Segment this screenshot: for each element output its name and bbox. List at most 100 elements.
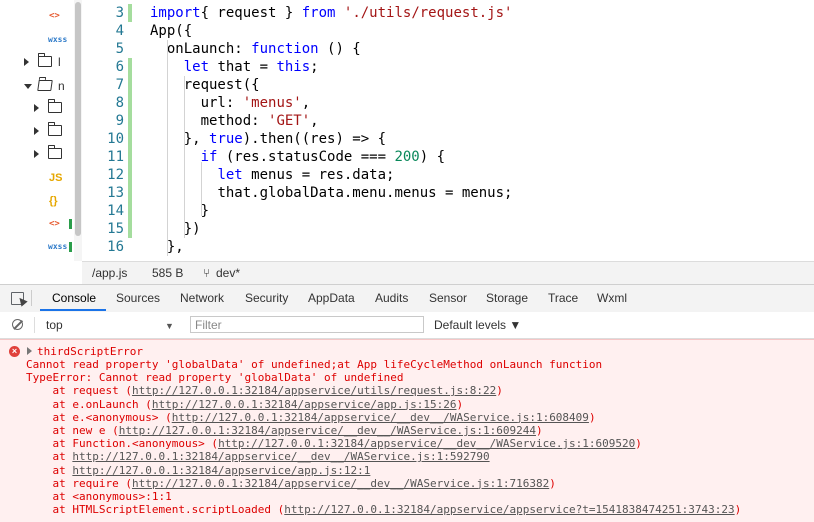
- code-text: let that = this;: [184, 58, 319, 76]
- log-levels-dropdown[interactable]: Default levels ▼: [434, 318, 521, 332]
- code-line[interactable]: 9 method: 'GET',: [82, 112, 814, 130]
- stack-text: TypeError: Cannot read property 'globalD…: [26, 371, 404, 385]
- console-output: × thirdScriptError Cannot read property …: [0, 339, 814, 522]
- error-title[interactable]: thirdScriptError: [37, 345, 143, 358]
- chevron-down-icon[interactable]: ▼: [165, 321, 174, 331]
- line-number: 7: [115, 77, 124, 93]
- tree-item[interactable]: <>: [0, 214, 74, 234]
- tree-item[interactable]: n: [0, 76, 74, 96]
- tree-item[interactable]: wxss: [0, 237, 74, 257]
- file-tree-scroll-thumb[interactable]: [75, 2, 81, 236]
- git-added-marker: [128, 220, 132, 238]
- code-token: that.globalData.menu.menus = menus;: [217, 185, 513, 201]
- git-added-marker: [128, 166, 132, 184]
- source-link[interactable]: http://127.0.0.1:32184/appservice/app.js…: [152, 398, 457, 411]
- tree-item[interactable]: wxss: [0, 30, 74, 50]
- tree-item[interactable]: l: [0, 52, 74, 72]
- js-file-icon: JS: [49, 172, 63, 184]
- string-token: 'GET': [268, 113, 311, 129]
- indent-guide: [183, 76, 185, 238]
- chevron-right-icon[interactable]: [34, 150, 39, 158]
- tree-item[interactable]: JS: [0, 168, 74, 188]
- context-select[interactable]: top: [46, 318, 63, 332]
- code-line[interactable]: 10}, true).then((res) => {: [82, 130, 814, 148]
- tab-audits[interactable]: Audits: [375, 291, 408, 305]
- tab-sources[interactable]: Sources: [116, 291, 160, 305]
- tree-item-label: n: [58, 79, 65, 93]
- source-link[interactable]: http://127.0.0.1:32184/appservice/__dev_…: [132, 477, 549, 490]
- filter-input[interactable]: [190, 316, 424, 333]
- keyword-token: this: [276, 59, 311, 75]
- clear-console-icon[interactable]: [12, 319, 23, 330]
- code-line[interactable]: 13 that.globalData.menu.menus = menus;: [82, 184, 814, 202]
- tab-wxml[interactable]: Wxml: [597, 291, 627, 305]
- stack-trace-line: at require (http://127.0.0.1:32184/appse…: [26, 477, 555, 490]
- source-link[interactable]: http://127.0.0.1:32184/appservice/utils/…: [132, 384, 496, 397]
- code-line[interactable]: 11 if (res.statusCode === 200) {: [82, 148, 814, 166]
- tab-network[interactable]: Network: [180, 291, 224, 305]
- source-link[interactable]: http://127.0.0.1:32184/appservice/appser…: [284, 503, 734, 516]
- tab-sensor[interactable]: Sensor: [429, 291, 467, 305]
- line-number: 16: [107, 239, 124, 255]
- code-line[interactable]: 5 onLaunch: function () {: [82, 40, 814, 58]
- stack-trace-line: at Function.<anonymous> (http://127.0.0.…: [26, 437, 641, 450]
- code-token: ) {: [419, 149, 446, 165]
- source-link[interactable]: http://127.0.0.1:32184/appservice/__dev_…: [119, 424, 536, 437]
- source-link[interactable]: http://127.0.0.1:32184/appservice/__dev_…: [72, 450, 489, 463]
- file-path[interactable]: /app.js: [92, 266, 127, 280]
- code-line[interactable]: 7 request({: [82, 76, 814, 94]
- git-branch-icon: ⑂: [203, 266, 211, 280]
- code-line[interactable]: 6 let that = this;: [82, 58, 814, 76]
- tab-console[interactable]: Console: [52, 291, 96, 305]
- line-number: 14: [107, 203, 124, 219]
- code-line[interactable]: 4 App({: [82, 22, 814, 40]
- line-number: 12: [107, 167, 124, 183]
- chevron-down-icon[interactable]: [24, 84, 32, 89]
- code-text: request({: [184, 76, 260, 94]
- line-number: 11: [107, 149, 124, 165]
- keyword-token: import: [150, 5, 201, 21]
- code-text: }, true).then((res) => {: [184, 130, 386, 148]
- code-token: { request }: [200, 5, 302, 21]
- tree-item[interactable]: JS: [0, 260, 74, 261]
- stack-trace-line: at http://127.0.0.1:32184/appservice/app…: [26, 464, 370, 477]
- code-token: ;: [310, 59, 319, 75]
- tree-item[interactable]: {}: [0, 191, 74, 211]
- stack-text: ): [588, 410, 596, 424]
- code-line[interactable]: 12 let menus = res.data;: [82, 166, 814, 184]
- xml-file-icon: <>: [49, 219, 60, 229]
- git-branch[interactable]: dev*: [216, 266, 240, 280]
- chevron-right-icon[interactable]: [34, 104, 39, 112]
- tab-storage[interactable]: Storage: [486, 291, 528, 305]
- code-token: ,: [301, 95, 311, 111]
- chevron-right-icon[interactable]: [24, 58, 29, 66]
- json-file-icon: {}: [49, 195, 58, 207]
- source-link[interactable]: http://127.0.0.1:32184/appservice/__dev_…: [172, 411, 589, 424]
- source-link[interactable]: http://127.0.0.1:32184/appservice/__dev_…: [218, 437, 635, 450]
- string-token: 'menus': [242, 95, 302, 111]
- tab-trace[interactable]: Trace: [548, 291, 578, 305]
- keyword-token: function: [251, 41, 319, 57]
- code-line[interactable]: 8 url: 'menus',: [82, 94, 814, 112]
- line-number: 8: [115, 95, 124, 111]
- divider: [31, 290, 32, 306]
- expand-triangle-icon[interactable]: [27, 347, 32, 355]
- tree-item[interactable]: <>: [0, 6, 74, 26]
- code-line[interactable]: 15}): [82, 220, 814, 238]
- source-link[interactable]: http://127.0.0.1:32184/appservice/app.js…: [72, 464, 370, 477]
- tab-security[interactable]: Security: [245, 291, 288, 305]
- code-line[interactable]: 3 import{ request } from './utils/request…: [82, 4, 814, 22]
- stack-text: at HTMLScriptElement.scriptLoaded (: [26, 503, 285, 517]
- code-editor[interactable]: 3 import{ request } from './utils/request…: [82, 0, 814, 261]
- tree-item[interactable]: [0, 98, 74, 118]
- code-token: (res.statusCode ===: [217, 149, 395, 165]
- code-line[interactable]: 16},: [82, 238, 814, 256]
- tree-item[interactable]: [0, 144, 74, 164]
- keyword-token: let: [217, 167, 243, 183]
- chevron-right-icon[interactable]: [34, 127, 39, 135]
- tab-appdata[interactable]: AppData: [308, 291, 355, 305]
- folder-icon: [48, 99, 62, 113]
- stack-text: at e.<anonymous> (: [26, 410, 172, 424]
- code-line[interactable]: 14}: [82, 202, 814, 220]
- tree-item[interactable]: [0, 121, 74, 141]
